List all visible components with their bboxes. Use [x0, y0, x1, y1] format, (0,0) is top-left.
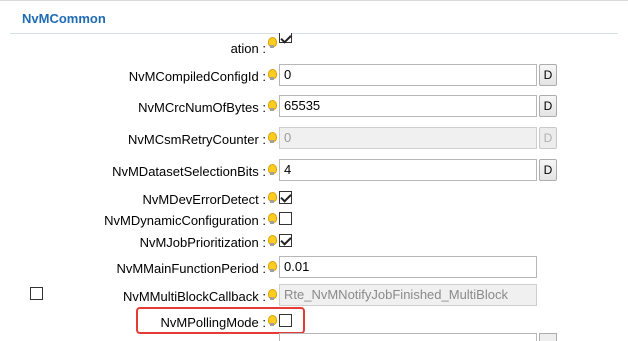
param-input-partial[interactable]: [279, 333, 537, 341]
default-button-partial[interactable]: [539, 333, 557, 341]
top-border: [0, 0, 628, 1]
param-label: NvMDevErrorDetect :: [142, 192, 266, 207]
lightbulb-icon[interactable]: [268, 289, 277, 301]
param-row-dataset-selection-bits: NvMDatasetSelectionBits : 4 D: [0, 159, 628, 183]
default-button[interactable]: D: [539, 159, 557, 181]
param-label: NvMDynamicConfiguration :: [104, 213, 266, 228]
param-row-multi-block-callback: NvMMultiBlockCallback : Rte_NvMNotifyJob…: [0, 284, 628, 308]
section-title: NvMCommon: [22, 11, 106, 26]
lightbulb-icon[interactable]: [268, 192, 277, 204]
default-button: D: [539, 127, 557, 149]
param-row-main-function-period: NvMMainFunctionPeriod : 0.01: [0, 256, 628, 280]
lightbulb-icon[interactable]: [268, 132, 277, 144]
lightbulb-icon[interactable]: [268, 261, 277, 273]
default-button[interactable]: D: [539, 95, 557, 117]
param-row-polling-mode: NvMPollingMode :: [0, 310, 628, 334]
param-row-csm-retry-counter: NvMCsmRetryCounter : 0 D: [0, 127, 628, 151]
param-row-compiled-config-id: NvMCompiledConfigId : 0 D: [0, 64, 628, 88]
param-input: Rte_NvMNotifyJobFinished_MultiBlock: [279, 284, 537, 306]
param-row-partial: ation :: [0, 33, 628, 57]
param-input[interactable]: 0: [279, 64, 537, 86]
param-checkbox[interactable]: [279, 33, 292, 43]
lightbulb-icon[interactable]: [268, 235, 277, 247]
lightbulb-icon[interactable]: [268, 164, 277, 176]
param-label: NvMCsmRetryCounter :: [128, 132, 266, 147]
default-button[interactable]: D: [539, 64, 557, 86]
lightbulb-icon[interactable]: [268, 69, 277, 81]
param-label: ation :: [230, 41, 266, 56]
lightbulb-icon[interactable]: [268, 100, 277, 112]
lightbulb-icon[interactable]: [268, 37, 277, 49]
param-row-crc-num-of-bytes: NvMCrcNumOfBytes : 65535 D: [0, 95, 628, 119]
param-row-dynamic-configuration: NvMDynamicConfiguration :: [0, 208, 628, 232]
param-label: NvMCrcNumOfBytes :: [138, 100, 266, 115]
param-label: NvMCompiledConfigId :: [128, 69, 266, 84]
param-label: NvMMultiBlockCallback :: [122, 289, 266, 304]
highlight-box: [136, 307, 305, 334]
param-label: NvMDatasetSelectionBits :: [112, 164, 266, 179]
param-input: 0: [279, 127, 537, 149]
param-checkbox[interactable]: [279, 212, 292, 225]
lightbulb-icon[interactable]: [268, 213, 277, 225]
param-checkbox[interactable]: [279, 234, 292, 247]
param-checkbox[interactable]: [279, 191, 292, 204]
param-input[interactable]: 0.01: [279, 256, 537, 278]
param-input[interactable]: 4: [279, 159, 537, 181]
param-input[interactable]: 65535: [279, 95, 537, 117]
param-label: NvMMainFunctionPeriod :: [116, 261, 266, 276]
param-label: NvMJobPrioritization :: [139, 235, 266, 250]
param-row-job-prioritization: NvMJobPrioritization :: [0, 230, 628, 254]
